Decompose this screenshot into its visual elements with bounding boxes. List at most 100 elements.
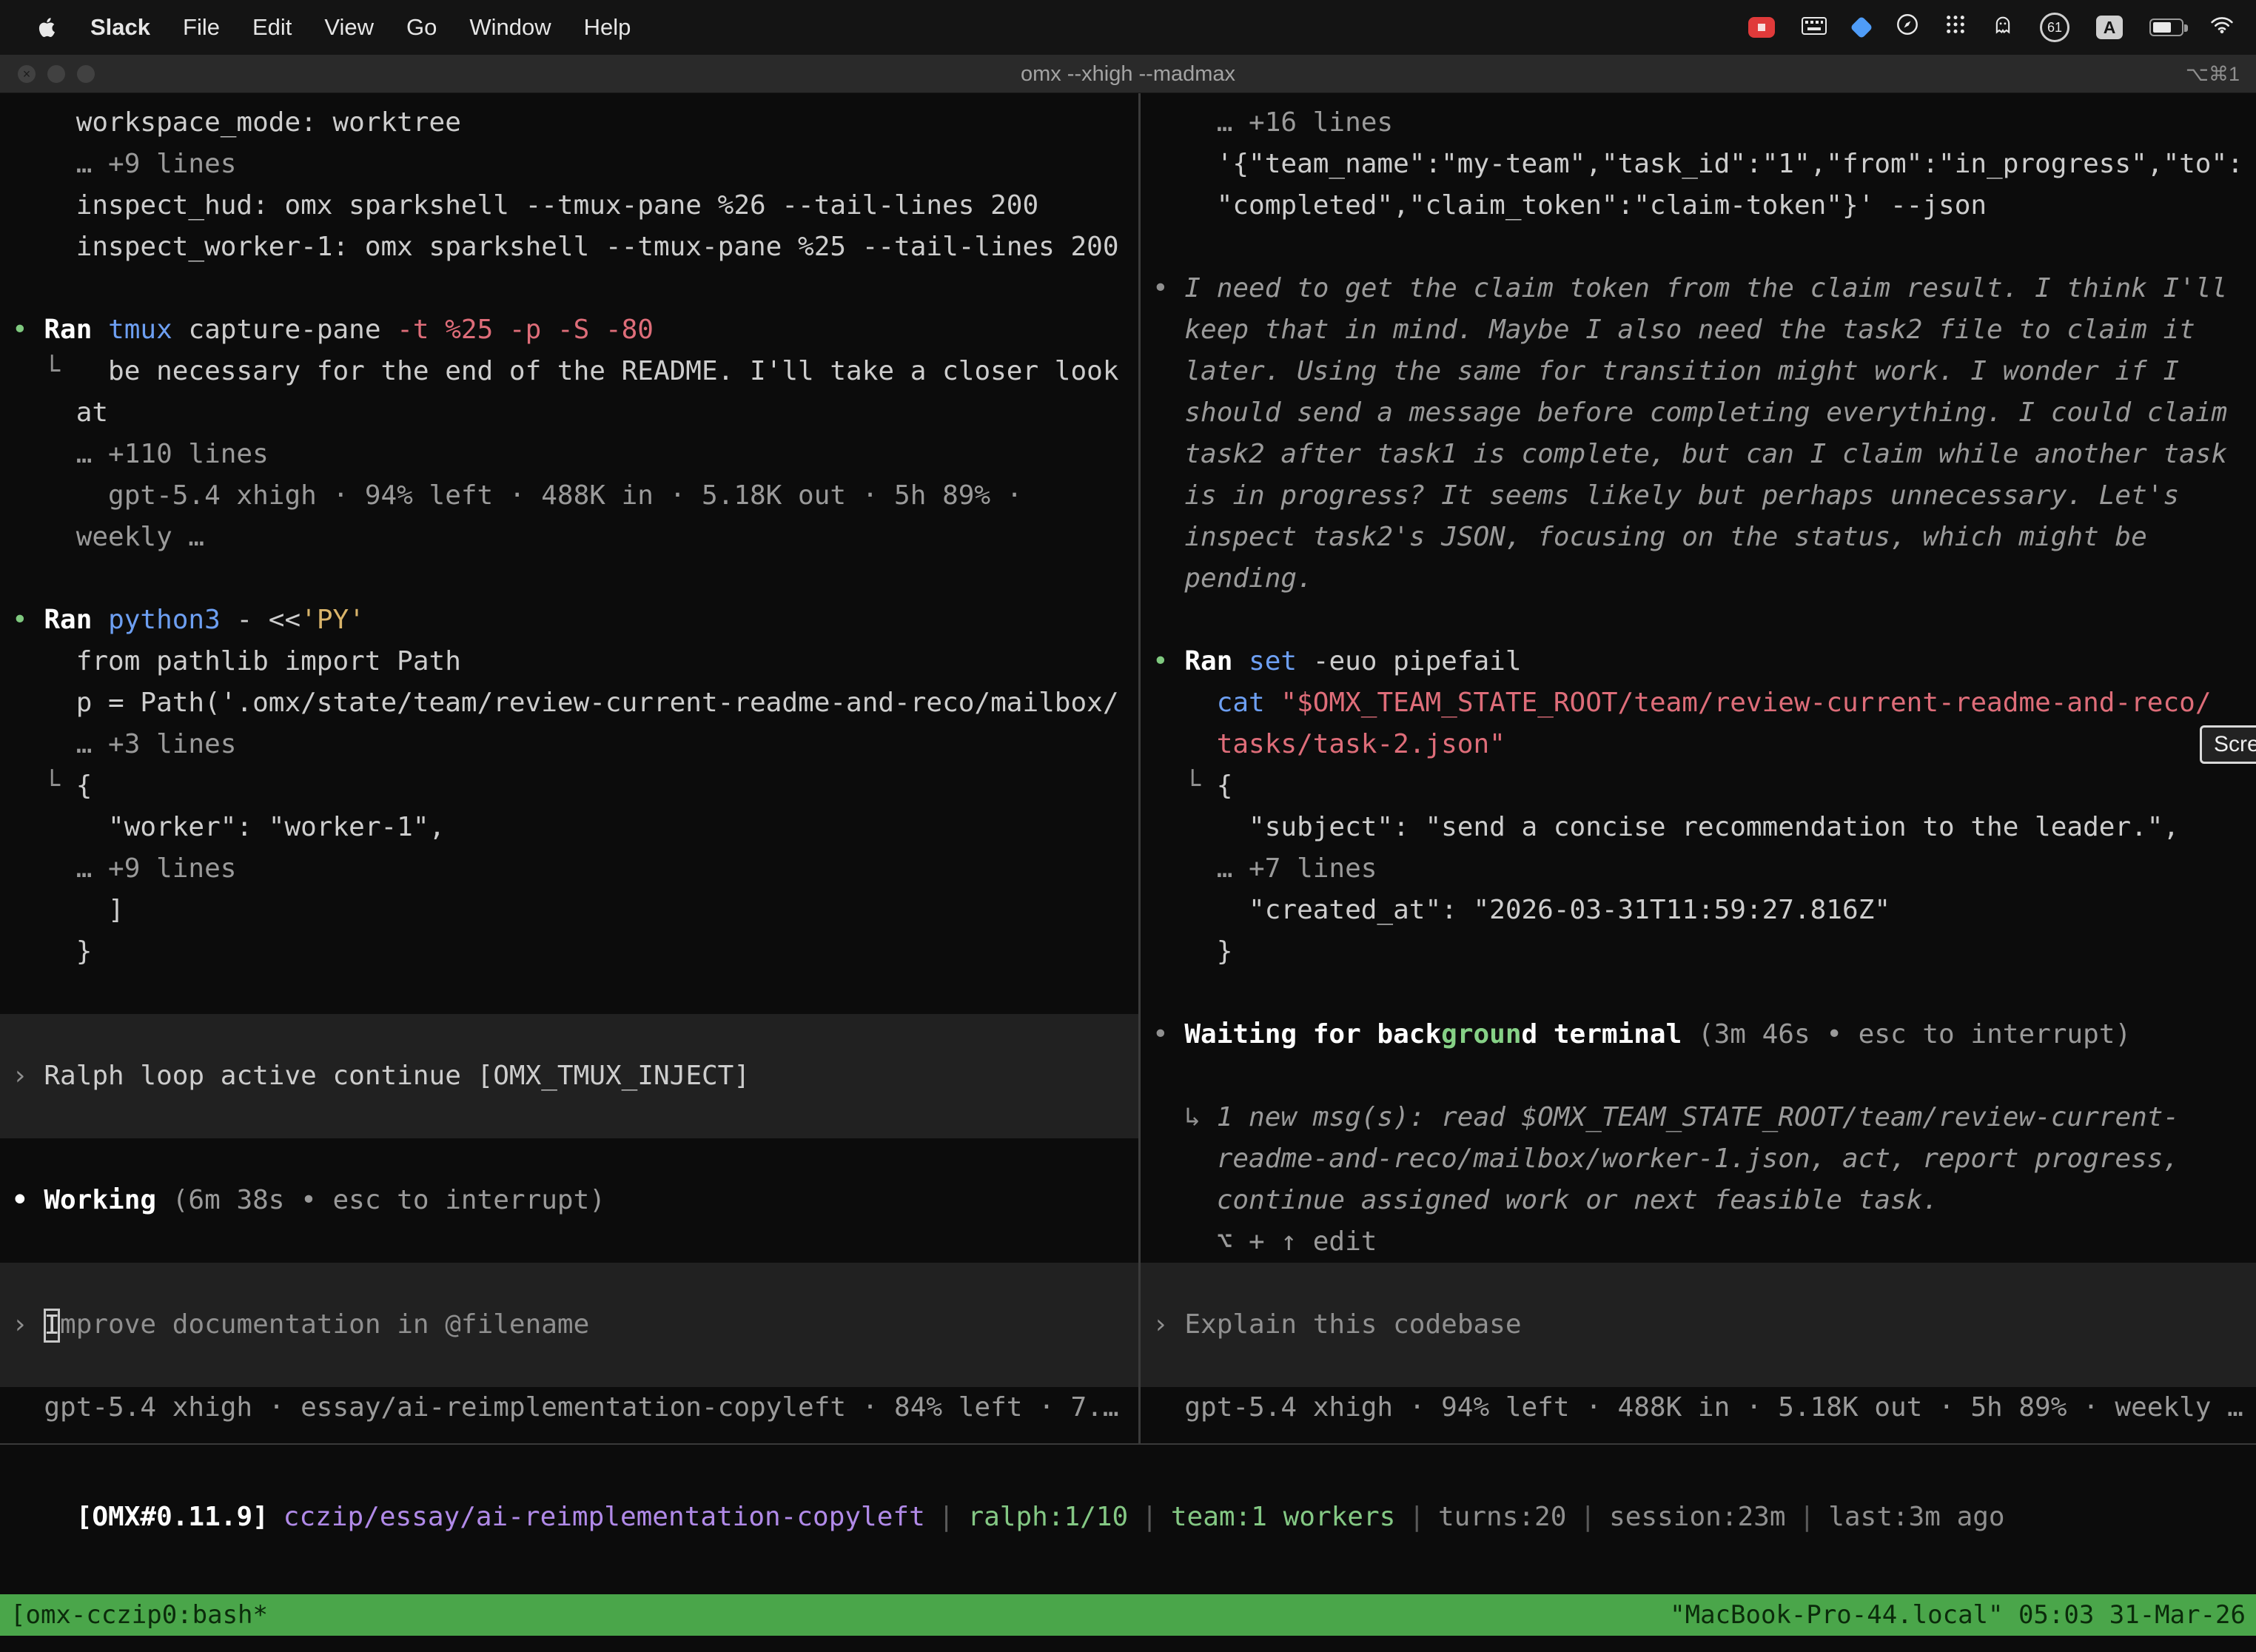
- terminal-line: ⌥ + ↑ edit: [1141, 1221, 2256, 1263]
- terminal-line: └ be necessary for the end of the README…: [0, 351, 1138, 392]
- terminal-line: p = Path('.omx/state/team/review-current…: [0, 682, 1138, 724]
- terminal-line: └ {: [0, 765, 1138, 807]
- terminal-line: • Ran python3 - <<'PY': [0, 600, 1138, 641]
- terminal-line: [0, 1346, 1138, 1387]
- model-status-line: gpt-5.4 xhigh · 94% left · 488K in · 5.1…: [1141, 1387, 2256, 1428]
- terminal-pane-left[interactable]: workspace_mode: worktree … +9 lines insp…: [0, 93, 1138, 1443]
- menu-window[interactable]: Window: [453, 14, 567, 41]
- tmux-host-time: "MacBook-Pro-44.local" 05:03 31-Mar-26: [1670, 1594, 2246, 1636]
- separator: |: [1409, 1502, 1425, 1532]
- screen: Slack File Edit View Go Window Help 61: [0, 0, 2256, 1652]
- terminal-line: should send a message before completing …: [1141, 392, 2256, 434]
- screen-tooltip: Scre: [2200, 725, 2256, 764]
- terminal-pane-right[interactable]: … +16 lines '{"team_name":"my-team","tas…: [1141, 93, 2256, 1443]
- terminal-line: "completed","claim_token":"claim-token"}…: [1141, 185, 2256, 226]
- separator: |: [1579, 1502, 1596, 1532]
- menu-app-name[interactable]: Slack: [74, 14, 167, 41]
- terminal-line: [1141, 600, 2256, 641]
- terminal-line: [0, 558, 1138, 600]
- terminal-line: pending.: [1141, 558, 2256, 600]
- terminal-line: … +7 lines: [1141, 848, 2256, 890]
- window-title: omx --xhigh --madmax: [0, 55, 2256, 93]
- compass-icon[interactable]: [1896, 13, 1918, 41]
- terminal-line: ↳ 1 new msg(s): read $OMX_TEAM_STATE_ROO…: [1141, 1097, 2256, 1138]
- omx-turns: turns:20: [1438, 1502, 1566, 1532]
- prompt-input-right[interactable]: › Explain this codebase: [1141, 1304, 2256, 1346]
- input-source-icon[interactable]: A: [2096, 16, 2123, 39]
- terminal-line: keep that in mind. Maybe I also need the…: [1141, 309, 2256, 351]
- injected-prompt-line: › Ralph loop active continue [OMX_TMUX_I…: [0, 1055, 1138, 1097]
- model-status-line: gpt-5.4 xhigh · essay/ai-reimplementatio…: [0, 1387, 1138, 1428]
- separator: |: [1799, 1502, 1816, 1532]
- terminal-line: }: [1141, 931, 2256, 973]
- terminal-line: • Ran tmux capture-pane -t %25 -p -S -80: [0, 309, 1138, 351]
- terminal-line: weekly …: [0, 517, 1138, 558]
- menu-edit[interactable]: Edit: [236, 14, 308, 41]
- raycast-icon[interactable]: [1853, 19, 1870, 36]
- menu-help[interactable]: Help: [568, 14, 648, 41]
- terminal-line: [0, 1138, 1138, 1180]
- prompt-input-left[interactable]: › Improve documentation in @filename: [0, 1304, 1138, 1346]
- separator: |: [939, 1502, 955, 1532]
- text-cursor: I: [44, 1309, 60, 1343]
- menu-view[interactable]: View: [308, 14, 390, 41]
- window-title-bar[interactable]: × omx --xhigh --madmax ⌥⌘1: [0, 55, 2256, 93]
- omx-ralph-count: ralph:1/10: [967, 1502, 1128, 1532]
- omx-project: cczip/essay/ai-reimplementation-copyleft: [283, 1502, 925, 1532]
- battery-percentage-icon[interactable]: 61: [2040, 13, 2069, 42]
- dots-grid-icon[interactable]: [1945, 14, 1966, 41]
- menu-bar-status-icons: 61 A: [1748, 13, 2234, 42]
- menu-go[interactable]: Go: [390, 14, 453, 41]
- terminal-line: cat "$OMX_TEAM_STATE_ROOT/team/review-cu…: [1141, 682, 2256, 724]
- terminal-line: tasks/task-2.json": [1141, 724, 2256, 765]
- terminal-line: task2 after task1 is complete, but can I…: [1141, 434, 2256, 475]
- terminal-line: [1141, 1346, 2256, 1387]
- terminal-line: continue assigned work or next feasible …: [1141, 1180, 2256, 1221]
- omx-last-activity: last:3m ago: [1828, 1502, 2004, 1532]
- terminal-line: is in progress? It seems likely but perh…: [1141, 475, 2256, 517]
- working-status-line: • Working (6m 38s • esc to interrupt): [0, 1180, 1138, 1221]
- terminal-line: inspect_worker-1: omx sparkshell --tmux-…: [0, 226, 1138, 268]
- omx-version: [OMX#0.11.9]: [76, 1502, 269, 1532]
- omx-session-time: session:23m: [1609, 1502, 1785, 1532]
- terminal-line: • I need to get the claim token from the…: [1141, 268, 2256, 309]
- omx-status-line: [OMX#0.11.9] cczip/essay/ai-reimplementat…: [0, 1443, 2256, 1562]
- menu-file[interactable]: File: [167, 14, 236, 41]
- battery-icon[interactable]: [2149, 19, 2183, 36]
- terminal-line: '{"team_name":"my-team","task_id":"1","f…: [1141, 144, 2256, 185]
- terminal-line: inspect_hud: omx sparkshell --tmux-pane …: [0, 185, 1138, 226]
- terminal-line: [1141, 1055, 2256, 1097]
- terminal-line: "subject": "send a concise recommendatio…: [1141, 807, 2256, 848]
- screen-recording-indicator-icon[interactable]: [1748, 17, 1775, 38]
- terminal-line: … +9 lines: [0, 144, 1138, 185]
- terminal-line: inspect task2's JSON, focusing on the st…: [1141, 517, 2256, 558]
- wifi-icon[interactable]: [2210, 14, 2234, 41]
- terminal-line: [0, 1097, 1138, 1138]
- terminal-line: [0, 1263, 1138, 1304]
- terminal-line: [0, 268, 1138, 309]
- terminal-line: from pathlib import Path: [0, 641, 1138, 682]
- terminal-line: ]: [0, 890, 1138, 931]
- terminal: workspace_mode: worktree … +9 lines insp…: [0, 93, 2256, 1443]
- terminal-line: gpt-5.4 xhigh · 94% left · 488K in · 5.1…: [0, 475, 1138, 517]
- menu-bar: Slack File Edit View Go Window Help 61: [0, 0, 2256, 55]
- terminal-line: └ {: [1141, 765, 2256, 807]
- apple-menu[interactable]: [22, 16, 74, 38]
- keyboard-icon[interactable]: [1802, 14, 1827, 41]
- terminal-line: [1141, 973, 2256, 1014]
- window-shortcut-hint: ⌥⌘1: [2186, 55, 2240, 93]
- menu-bar-left: Slack File Edit View Go Window Help: [22, 14, 647, 41]
- tmux-status-bar[interactable]: [omx-cczip0:bash* "MacBook-Pro-44.local"…: [0, 1594, 2256, 1636]
- terminal-line: [1141, 226, 2256, 268]
- terminal-line: [0, 1014, 1138, 1055]
- separator: |: [1141, 1502, 1158, 1532]
- apple-logo: [38, 16, 58, 38]
- terminal-line: "created_at": "2026-03-31T11:59:27.816Z": [1141, 890, 2256, 931]
- terminal-line: [1141, 1263, 2256, 1304]
- terminal-line: "worker": "worker-1",: [0, 807, 1138, 848]
- terminal-line: [0, 1221, 1138, 1263]
- terminal-line: … +16 lines: [1141, 102, 2256, 144]
- terminal-line: … +110 lines: [0, 434, 1138, 475]
- terminal-line: workspace_mode: worktree: [0, 102, 1138, 144]
- ghost-icon[interactable]: [1993, 14, 2013, 41]
